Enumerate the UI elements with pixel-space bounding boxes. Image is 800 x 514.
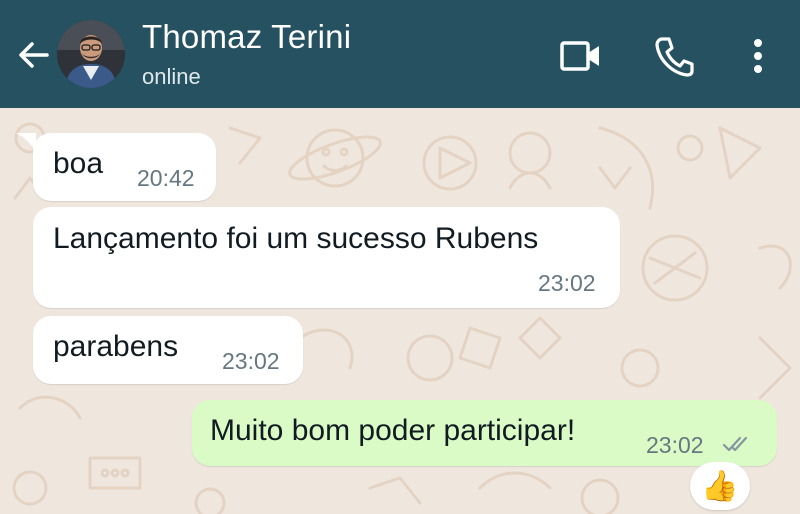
message-time: 20:42 [137, 165, 195, 191]
voice-call-button[interactable] [652, 34, 696, 78]
contact-status: online [142, 64, 201, 89]
message-text: Lançamento foi um sucesso Rubens [53, 222, 539, 255]
contact-name[interactable]: Thomaz Terini [142, 18, 351, 56]
message-text: Muito bom poder participar! [210, 414, 576, 447]
chat-area[interactable]: boa 20:42 Lançamento foi um sucesso Rube… [0, 108, 800, 514]
more-options-icon [754, 39, 762, 73]
message-bubble-incoming[interactable]: Lançamento foi um sucesso Rubens 23:02 [33, 207, 620, 308]
back-arrow-icon [19, 42, 49, 68]
message-time: 23:02 [538, 270, 596, 296]
message-time: 23:02 [646, 432, 704, 458]
message-text: parabens [53, 330, 179, 363]
back-button[interactable] [14, 36, 52, 74]
video-call-button[interactable] [558, 34, 602, 78]
read-receipt-icon [722, 436, 748, 452]
message-time: 23:02 [222, 348, 280, 374]
message-reaction[interactable]: 👍 [690, 462, 750, 510]
video-call-icon [560, 41, 599, 71]
bubble-tail [16, 133, 36, 151]
message-bubble-incoming[interactable]: boa 20:42 [33, 133, 216, 201]
thumbs-up-icon: 👍 [701, 469, 739, 503]
chat-header: Thomaz Terini online [0, 0, 800, 108]
more-options-button[interactable] [736, 34, 780, 78]
message-text: boa [53, 147, 104, 180]
phone-icon [655, 37, 694, 77]
avatar[interactable] [57, 20, 125, 88]
message-bubble-outgoing[interactable]: Muito bom poder participar! 23:02 [192, 400, 777, 466]
contact-photo [57, 20, 125, 88]
message-bubble-incoming[interactable]: parabens 23:02 [33, 316, 303, 384]
